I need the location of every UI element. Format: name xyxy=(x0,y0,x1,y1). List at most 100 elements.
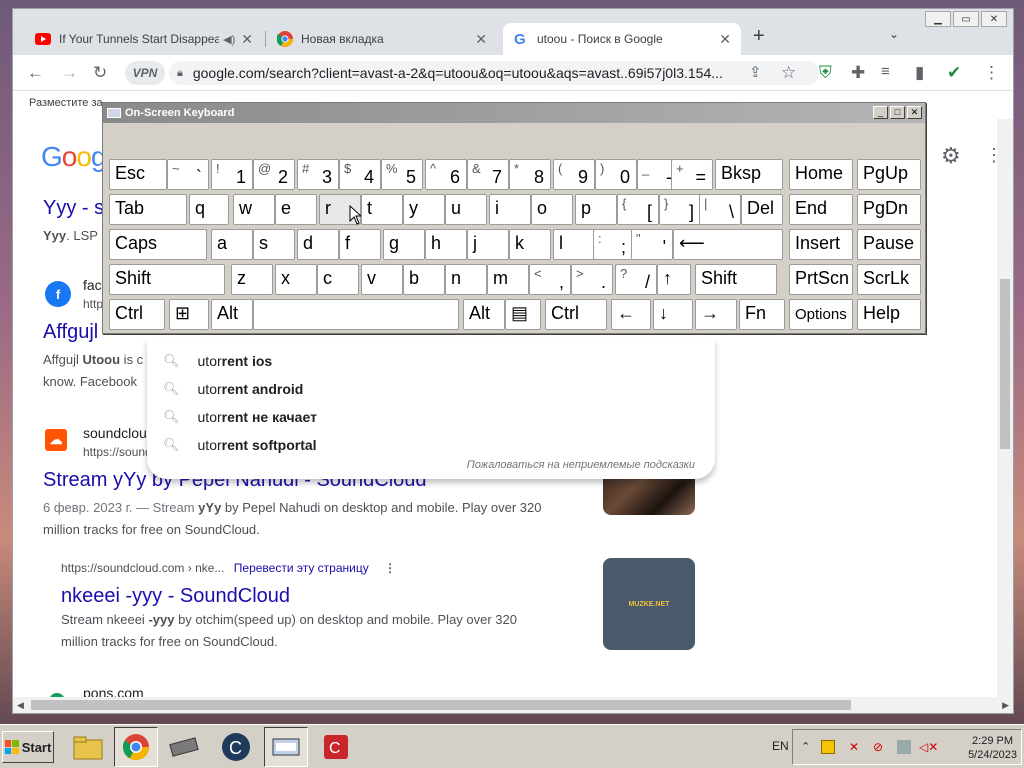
vertical-scrollbar[interactable] xyxy=(997,119,1013,697)
key-0[interactable]: ) 0 xyxy=(595,159,637,190)
key-[interactable]: ↓ xyxy=(653,299,693,330)
clock[interactable]: 2:29 PM 5/24/2023 xyxy=(968,734,1017,762)
key-[interactable]: ↑ xyxy=(657,264,691,295)
forward-icon[interactable]: → xyxy=(61,63,78,83)
extensions-puzzle-icon[interactable]: ✚ xyxy=(851,63,865,83)
suggestion-item[interactable]: 🔍︎ utor rent не качает xyxy=(163,409,317,425)
suggestion-item[interactable]: 🔍︎ utor rent android xyxy=(163,381,303,397)
key-[interactable]: | \ xyxy=(699,194,741,225)
key-n[interactable]: n xyxy=(445,264,487,295)
key-j[interactable]: j xyxy=(467,229,509,260)
tab-google-search[interactable]: G utoou - Поиск в Google ✕ xyxy=(503,23,741,55)
close-tab-icon[interactable]: ✕ xyxy=(719,31,731,48)
language-indicator[interactable]: EN xyxy=(772,739,789,753)
scroll-thumb[interactable] xyxy=(1000,279,1010,449)
address-bar[interactable]: 🔒︎ google.com/search?client=avast-a-2&q=… xyxy=(169,61,819,85)
media-control-icon[interactable]: ≡ xyxy=(881,63,890,80)
key-shift[interactable]: Shift xyxy=(109,264,225,295)
key-6[interactable]: ^ 6 xyxy=(425,159,467,190)
maximize-icon[interactable]: ▭ xyxy=(953,11,979,27)
key-alt[interactable]: Alt xyxy=(211,299,253,330)
back-icon[interactable]: ← xyxy=(27,63,44,83)
volume-muted-icon[interactable]: ◁✕ xyxy=(919,740,938,754)
key-[interactable]: }] xyxy=(659,194,701,225)
extension-shield-icon[interactable]: ⛨ xyxy=(819,63,832,83)
new-tab-icon[interactable]: + xyxy=(753,25,765,48)
key-ctrl[interactable]: Ctrl xyxy=(109,299,165,330)
key-[interactable]: {[ xyxy=(617,194,659,225)
key-d[interactable]: d xyxy=(297,229,339,260)
key-[interactable]: >. xyxy=(571,264,613,295)
key-fn[interactable]: Fn xyxy=(739,299,785,330)
key-8[interactable]: * 8 xyxy=(509,159,551,190)
key-i[interactable]: i xyxy=(489,194,531,225)
key-help[interactable]: Help xyxy=(857,299,921,330)
tab-new[interactable]: Новая вкладка ✕ xyxy=(267,23,497,55)
tab-search-chevron-icon[interactable]: ⌄ xyxy=(889,27,899,41)
horizontal-scrollbar[interactable]: ◀ ▶ xyxy=(13,697,1013,713)
key-m[interactable]: m xyxy=(487,264,529,295)
key-prtscn[interactable]: PrtScn xyxy=(789,264,853,295)
browser-menu-icon[interactable]: ⋮ xyxy=(983,63,1000,83)
key-home[interactable]: Home xyxy=(789,159,853,190)
key-9[interactable]: (9 xyxy=(553,159,595,190)
key-3[interactable]: #3 xyxy=(297,159,339,190)
key-k[interactable]: k xyxy=(509,229,551,260)
scroll-thumb[interactable] xyxy=(31,700,851,710)
key-pause[interactable]: Pause xyxy=(857,229,921,260)
key-s[interactable]: s xyxy=(253,229,295,260)
start-button[interactable]: Start xyxy=(2,731,54,763)
side-panel-icon[interactable]: ▮ xyxy=(915,63,924,83)
minimize-icon[interactable]: _ xyxy=(873,106,888,119)
key-2[interactable]: @2 xyxy=(253,159,295,190)
translate-link[interactable]: Перевести эту страницу xyxy=(234,561,369,575)
result-title[interactable]: Yyy - s xyxy=(43,197,104,220)
key-l[interactable]: l xyxy=(553,229,595,260)
key-p[interactable]: p xyxy=(575,194,617,225)
key-tab[interactable]: Tab xyxy=(109,194,187,225)
key-shift[interactable]: Shift xyxy=(695,264,777,295)
ccleaner-icon[interactable]: C xyxy=(214,727,258,767)
osk-taskbar-icon[interactable] xyxy=(264,727,308,767)
report-suggestions-link[interactable]: Пожаловаться на неприемлемые подсказки xyxy=(467,459,695,471)
key-scrlk[interactable]: ScrLk xyxy=(857,264,921,295)
result-title[interactable]: nkeeei -yyy - SoundCloud xyxy=(61,585,290,608)
key-o[interactable]: o xyxy=(531,194,573,225)
display-icon[interactable] xyxy=(897,740,911,754)
tray-expand-icon[interactable]: ⌃ xyxy=(801,740,815,754)
key-pgup[interactable]: PgUp xyxy=(857,159,921,190)
key-caps[interactable]: Caps xyxy=(109,229,207,260)
key-[interactable]: + = xyxy=(671,159,713,190)
key-5[interactable]: % 5 xyxy=(381,159,423,190)
vpn-button[interactable]: VPN xyxy=(125,61,165,85)
key-space[interactable] xyxy=(253,299,459,330)
key-g[interactable]: g xyxy=(383,229,425,260)
more-options-icon[interactable]: ⋮ xyxy=(384,561,396,575)
key-v[interactable]: v xyxy=(361,264,403,295)
key-t[interactable]: t xyxy=(361,194,403,225)
maximize-icon[interactable]: □ xyxy=(890,106,905,119)
red-app-icon[interactable]: C xyxy=(314,727,358,767)
key-options[interactable]: Options xyxy=(789,299,853,330)
key-[interactable]: ← xyxy=(611,299,651,330)
google-logo[interactable]: Goog xyxy=(41,141,106,173)
key-[interactable]: ~ ` xyxy=(167,159,209,190)
key-bksp[interactable]: Bksp xyxy=(715,159,783,190)
lock-icon[interactable]: 🔒︎ xyxy=(177,67,183,80)
minimize-icon[interactable]: ▁ xyxy=(925,11,951,27)
result-title[interactable]: Affgujl xyxy=(43,321,98,344)
key-[interactable]: ▤ xyxy=(505,299,541,330)
key-del[interactable]: Del xyxy=(741,194,783,225)
settings-gear-icon[interactable]: ⚙ xyxy=(941,143,961,169)
bookmark-star-icon[interactable]: ☆ xyxy=(781,63,796,83)
key-[interactable]: <, xyxy=(529,264,571,295)
key-4[interactable]: $4 xyxy=(339,159,381,190)
key-[interactable]: ⟵ xyxy=(673,229,783,260)
key-[interactable]: ⊞ xyxy=(169,299,209,330)
hardware-icon[interactable] xyxy=(162,727,206,767)
key-ctrl[interactable]: Ctrl xyxy=(545,299,607,330)
key-y[interactable]: y xyxy=(403,194,445,225)
key-1[interactable]: ! 1 xyxy=(211,159,253,190)
tab-youtube[interactable]: If Your Tunnels Start Disappear ◀) ✕ xyxy=(25,23,263,55)
key-x[interactable]: x xyxy=(275,264,317,295)
